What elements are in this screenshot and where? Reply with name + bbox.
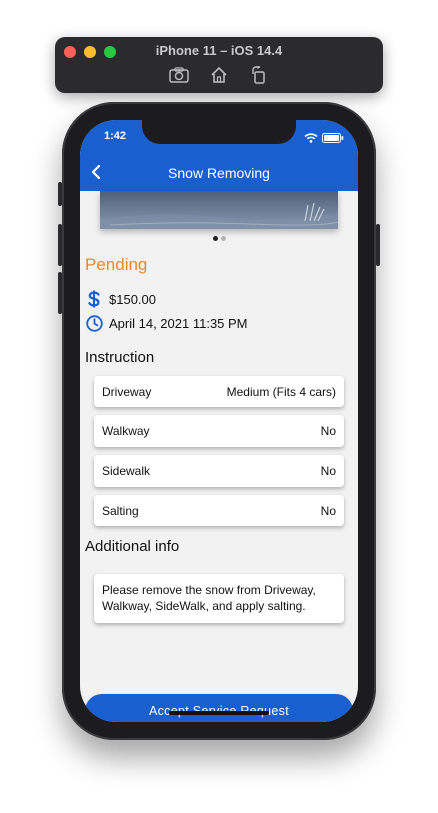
instruction-label: Walkway [102, 424, 150, 438]
instruction-label: Sidewalk [102, 464, 151, 478]
date-row: April 14, 2021 11:35 PM [85, 314, 248, 332]
instruction-row-driveway: Driveway Medium (Fits 4 cars) [94, 376, 344, 407]
battery-icon [322, 130, 344, 148]
navigation-bar: Snow Removing [80, 154, 358, 191]
home-indicator[interactable] [169, 711, 269, 715]
status-time: 1:42 [104, 130, 127, 142]
instruction-heading: Instruction [85, 349, 155, 366]
request-status: Pending [85, 255, 148, 274]
wifi-icon [304, 130, 318, 148]
camera-icon[interactable] [168, 65, 190, 85]
power-button [376, 224, 380, 266]
page-title: Snow Removing [168, 165, 270, 181]
simulator-title: iPhone 11 – iOS 14.4 [155, 43, 283, 58]
instruction-row-sidewalk: Sidewalk No [94, 455, 344, 487]
notch [142, 120, 296, 144]
instruction-label: Driveway [102, 384, 152, 399]
snow-photo[interactable] [100, 191, 339, 229]
app-screen: 1:42 Snow Removing Pending $150.00 April… [80, 120, 358, 722]
additional-info-text: Please remove the snow from Driveway, Wa… [102, 583, 316, 613]
additional-info-card: Please remove the snow from Driveway, Wa… [94, 574, 344, 623]
instruction-value: No [320, 503, 336, 518]
mute-switch [58, 182, 62, 206]
instruction-row-walkway: Walkway No [94, 415, 344, 447]
additional-info-heading: Additional info [85, 538, 180, 555]
simulator-toolbar: iPhone 11 – iOS 14.4 [55, 37, 383, 93]
phone-frame: 1:42 Snow Removing Pending $150.00 April… [58, 102, 380, 740]
instruction-value: No [320, 464, 336, 478]
datetime-value: April 14, 2021 11:35 PM [109, 315, 248, 331]
simulator-tools [55, 65, 383, 85]
page-dot-2[interactable] [220, 236, 226, 241]
instruction-label: Salting [102, 503, 139, 518]
instruction-value: No [320, 424, 336, 438]
instruction-value: Medium (Fits 4 cars) [226, 384, 336, 399]
dollar-icon [85, 290, 103, 308]
accept-service-request-button[interactable]: Accept Service Request [85, 694, 353, 722]
price-value: $150.00 [109, 291, 156, 307]
gallery-pagination [80, 236, 358, 241]
volume-down-button [58, 272, 62, 314]
price-row: $150.00 [85, 290, 156, 308]
page-dot-1[interactable] [212, 236, 218, 241]
instruction-row-salting: Salting No [94, 495, 344, 526]
volume-up-button [58, 224, 62, 266]
home-icon[interactable] [208, 65, 230, 85]
rotate-icon[interactable] [248, 65, 270, 85]
clock-icon [85, 314, 103, 332]
content-scroll-area[interactable]: Pending $150.00 April 14, 2021 11:35 PM … [80, 191, 358, 722]
